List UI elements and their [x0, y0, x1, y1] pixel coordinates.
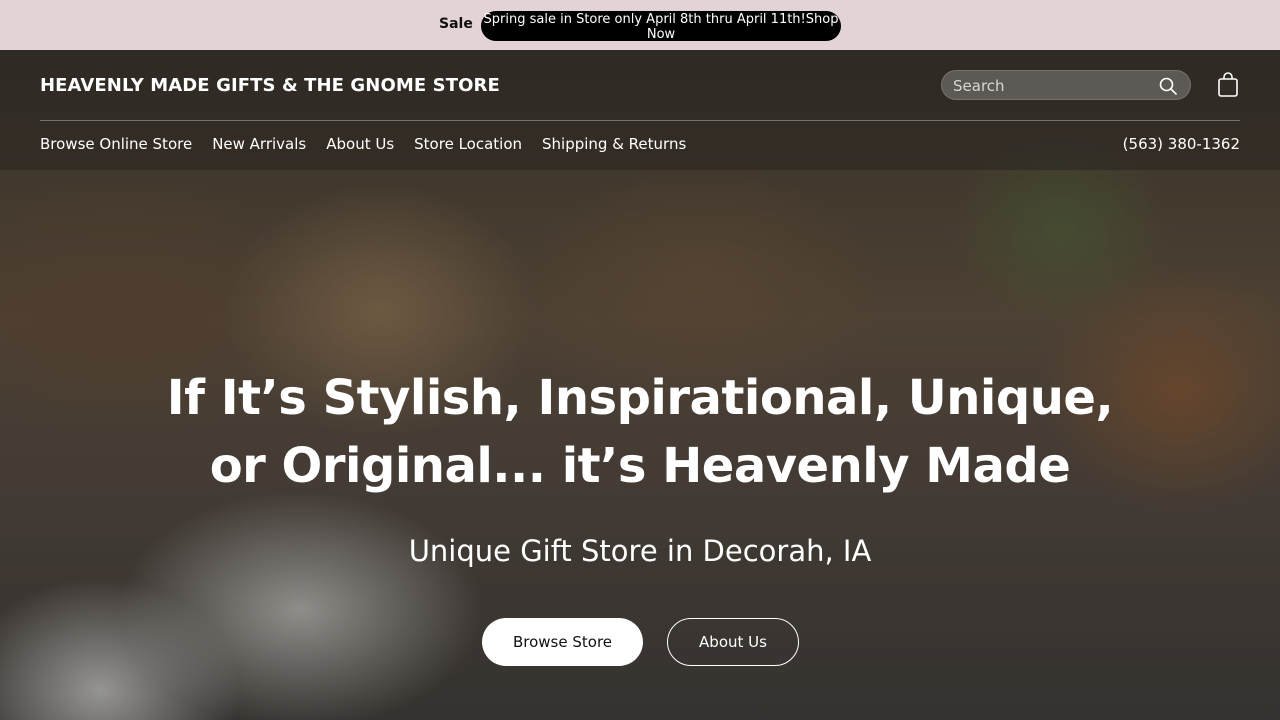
- hero-subtitle: Unique Gift Store in Decorah, IA: [408, 534, 872, 568]
- hero-title-line-1: If It’s Stylish, Inspirational, Unique,: [166, 370, 1114, 426]
- hero-title-line-2: or Original... it’s Heavenly Made: [209, 438, 1071, 494]
- nav-item-shipping-returns[interactable]: Shipping & Returns: [542, 135, 686, 155]
- phone-number-link[interactable]: (563) 380-1362: [1123, 135, 1240, 153]
- main-nav: Browse Online Store New Arrivals About U…: [40, 135, 686, 155]
- about-us-button[interactable]: About Us: [667, 618, 799, 666]
- browse-store-button[interactable]: Browse Store: [482, 618, 643, 666]
- announcement-bar: Sale Spring sale in Store only April 8th…: [0, 0, 1280, 50]
- search-icon[interactable]: [1159, 77, 1177, 95]
- brand-logo-text[interactable]: HEAVENLY MADE GIFTS & THE GNOME STORE: [40, 75, 500, 96]
- nav-item-browse-online-store[interactable]: Browse Online Store: [40, 135, 192, 155]
- nav-item-store-location[interactable]: Store Location: [414, 135, 522, 155]
- shopping-bag-icon[interactable]: [1217, 72, 1239, 98]
- announcement-label: Sale: [439, 16, 473, 32]
- search-input[interactable]: [953, 77, 1153, 95]
- nav-item-about-us[interactable]: About Us: [326, 135, 394, 155]
- nav-item-new-arrivals[interactable]: New Arrivals: [212, 135, 306, 155]
- hero-title: If It’s Stylish, Inspirational, Unique, …: [140, 364, 1140, 500]
- search-box[interactable]: [941, 70, 1191, 100]
- announcement-message-link[interactable]: Spring sale in Store only April 8th thru…: [481, 11, 841, 42]
- site-header: HEAVENLY MADE GIFTS & THE GNOME STORE Br…: [0, 50, 1280, 170]
- header-divider: [40, 120, 1240, 121]
